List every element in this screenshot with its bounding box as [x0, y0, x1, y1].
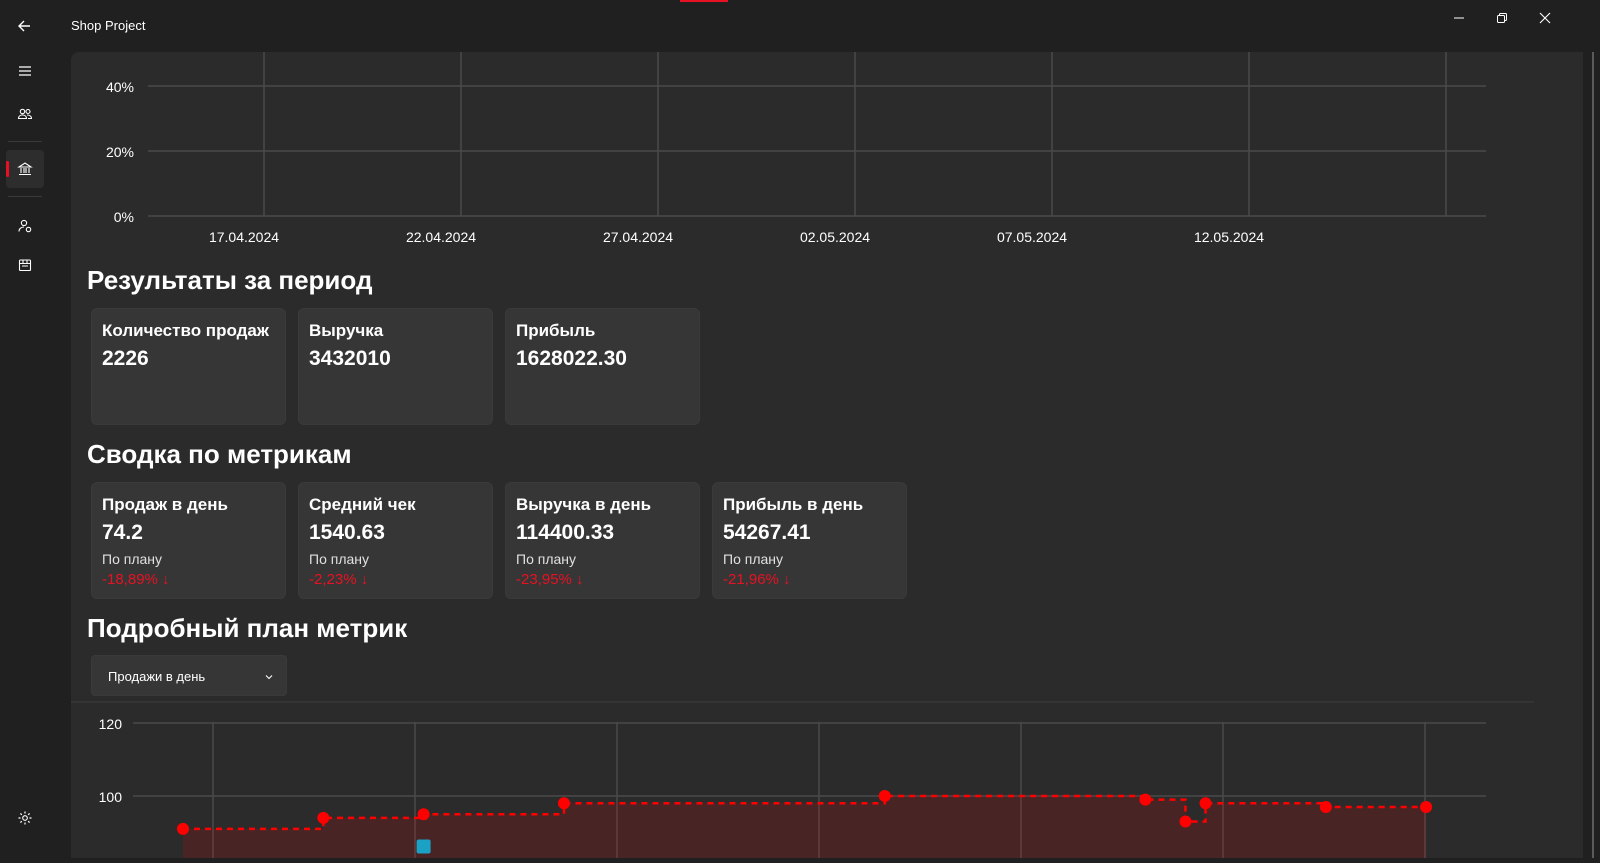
result-card-revenue: Выручка 3432010 [298, 308, 493, 425]
card-title: Выручка в день [516, 495, 652, 514]
main-content: 0% 20% 40% 17.04.2024 22.04.2024 27.04.2024 02… [71, 52, 1583, 858]
close-icon [1539, 12, 1551, 24]
card-value: 114400.33 [516, 521, 615, 544]
close-button[interactable] [1527, 6, 1563, 30]
detail-title: Подробный план метрик [87, 613, 408, 643]
y-tick-label: 120 [99, 716, 123, 732]
metric-card-average-check: Средний чек 1540.63 По плану -2,23% ↓ [298, 482, 493, 599]
sidebar-item-users[interactable] [6, 95, 44, 133]
bank-icon [17, 162, 33, 176]
app-title: Shop Project [71, 18, 146, 33]
dropdown-selected-value: Продажи в день [108, 669, 206, 684]
series-area [183, 796, 1427, 858]
x-tick-label: 12.05.2024 [1194, 229, 1264, 245]
store-icon [18, 259, 32, 272]
data-point [1139, 793, 1152, 806]
x-tick-label: 27.04.2024 [603, 229, 673, 245]
card-title: Средний чек [309, 495, 416, 514]
card-plan-label: По плану [723, 551, 784, 567]
back-arrow-icon [18, 20, 30, 32]
metric-card-sales-per-day: Продаж в день 74.2 По плану -18,89% ↓ [91, 482, 286, 599]
data-point [1179, 815, 1192, 828]
card-plan-label: По плану [309, 551, 370, 567]
restore-button[interactable] [1484, 6, 1520, 30]
chevron-down-icon [264, 669, 274, 687]
x-tick-label: 22.04.2024 [406, 229, 476, 245]
sidebar-menu-toggle[interactable] [6, 52, 44, 90]
restore-icon [1497, 13, 1507, 23]
focus-indicator [680, 0, 728, 2]
card-title: Выручка [309, 321, 384, 340]
back-button[interactable] [10, 12, 38, 40]
card-plan-label: По плану [102, 551, 163, 567]
metrics-title: Сводка по метрикам [87, 439, 352, 469]
data-point [878, 790, 891, 802]
scrollbar-track [1592, 52, 1594, 858]
card-title: Количество продаж [102, 321, 269, 340]
result-card-profit: Прибыль 1628022.30 [505, 308, 700, 425]
data-point [177, 822, 189, 835]
card-plan-label: По плану [516, 551, 577, 567]
card-plan-delta: -21,96% ↓ [723, 571, 791, 588]
card-plan-delta: -2,23% ↓ [309, 571, 369, 588]
data-point [1420, 800, 1433, 813]
minimize-button[interactable] [1441, 6, 1477, 30]
card-value: 74.2 [102, 521, 143, 544]
percent-chart: 0% 20% 40% 17.04.2024 22.04.2024 27.04.2024 02… [106, 52, 1486, 245]
sidebar [0, 52, 50, 858]
sidebar-divider [8, 141, 42, 142]
user-settings-icon [18, 219, 32, 233]
y-tick-label: 20% [106, 144, 134, 160]
card-plan-delta: -18,89% ↓ [102, 571, 170, 588]
x-tick-label: 07.05.2024 [997, 229, 1067, 245]
title-bar: Shop Project [0, 0, 1600, 52]
sidebar-divider [8, 196, 42, 197]
y-tick-label: 0% [114, 209, 134, 225]
card-title: Прибыль в день [723, 495, 864, 514]
sidebar-item-user-settings[interactable] [6, 207, 44, 245]
data-point [317, 811, 330, 824]
data-point-secondary [416, 839, 431, 854]
card-value: 54267.41 [723, 521, 811, 544]
y-tick-label: 100 [99, 789, 123, 805]
y-tick-label: 40% [106, 79, 134, 95]
results-title: Результаты за период [87, 265, 373, 295]
card-plan-delta: -23,95% ↓ [516, 571, 584, 588]
data-point [1319, 800, 1332, 813]
users-icon [17, 108, 33, 120]
card-title: Продаж в день [102, 495, 228, 514]
menu-icon [19, 66, 31, 76]
minimize-icon [1454, 17, 1464, 19]
metric-card-profit-per-day: Прибыль в день 54267.41 По плану -21,96%… [712, 482, 907, 599]
sidebar-item-settings[interactable] [6, 799, 44, 837]
card-value: 3432010 [309, 347, 391, 370]
metric-plan-chart: 100 120 [71, 701, 1534, 858]
result-card-sales-count: Количество продаж 2226 [91, 308, 286, 425]
metric-select-dropdown[interactable]: Продажи в день [91, 655, 287, 696]
sidebar-item-finance[interactable] [6, 150, 44, 188]
settings-icon [18, 811, 32, 825]
x-tick-label: 17.04.2024 [209, 229, 279, 245]
card-value: 1628022.30 [516, 347, 627, 370]
data-point [557, 797, 570, 810]
data-point [417, 808, 430, 821]
sidebar-item-store[interactable] [6, 246, 44, 284]
x-tick-label: 02.05.2024 [800, 229, 870, 245]
card-value: 2226 [102, 347, 149, 370]
card-value: 1540.63 [309, 521, 385, 544]
metric-card-revenue-per-day: Выручка в день 114400.33 По плану -23,95… [505, 482, 700, 599]
card-title: Прибыль [516, 321, 596, 340]
data-point [1199, 797, 1212, 810]
scrollbar[interactable] [1590, 52, 1596, 858]
